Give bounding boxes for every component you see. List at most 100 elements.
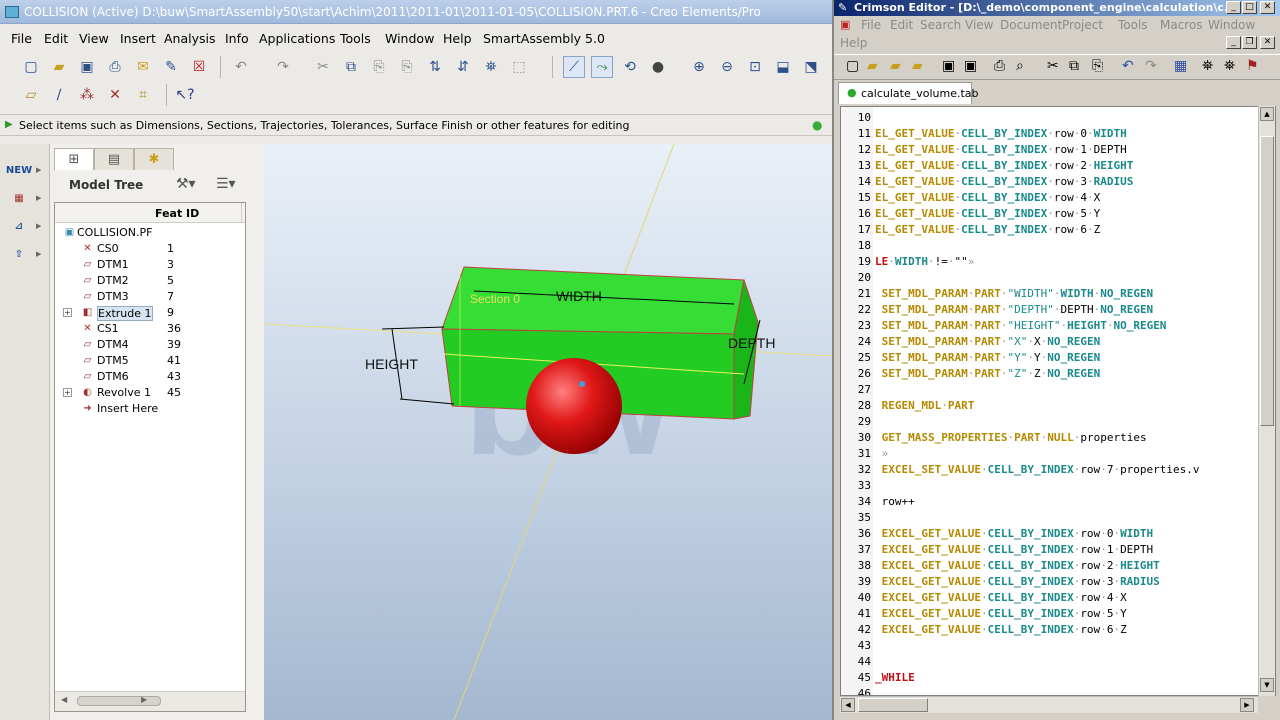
code-line[interactable]: _WHILE <box>875 671 915 684</box>
undo-icon[interactable]: ↶ <box>1122 58 1134 74</box>
file-tab[interactable]: ● calculate_volume.tab <box>838 82 979 104</box>
tree-row[interactable]: ▱ DTM1 3 <box>55 257 245 273</box>
height-dimension-label[interactable]: HEIGHT <box>365 356 418 372</box>
datum-axis-tool-icon[interactable]: ∕ <box>48 84 70 106</box>
menu-file[interactable]: File <box>11 31 32 46</box>
tree-row[interactable]: ▣ COLLISION.PF <box>55 225 245 241</box>
paste-icon[interactable]: ⎘ <box>1092 58 1103 74</box>
expand-arrow-icon[interactable]: ▶ <box>36 250 41 258</box>
scroll-right-icon[interactable]: ▶ <box>141 695 147 704</box>
code-line[interactable]: EXCEL_GET_VALUE·CELL_BY_INDEX·row·5·Y <box>875 607 1127 620</box>
expand-arrow-icon[interactable]: ▶ <box>36 222 41 230</box>
copy-icon[interactable]: ⧉ <box>1069 58 1079 74</box>
menu-smartassembly[interactable]: SmartAssembly 5.0 <box>483 31 605 46</box>
expand-arrow-icon[interactable]: ▶ <box>36 166 41 174</box>
code-line[interactable]: SET_MDL_PARAM·PART·"WIDTH"·WIDTH·NO_REGE… <box>875 287 1154 300</box>
code-line[interactable]: » <box>875 447 889 460</box>
tree-row[interactable]: ▱ DTM3 7 <box>55 289 245 305</box>
menu-help[interactable]: Help <box>840 36 867 50</box>
code-line[interactable]: EXCEL_GET_VALUE·CELL_BY_INDEX·row·4·X <box>875 591 1127 604</box>
new-file-icon[interactable]: ▢ <box>20 56 42 78</box>
code-line[interactable]: SET_MDL_PARAM·PART·"DEPTH"·DEPTH·NO_REGE… <box>875 303 1154 316</box>
tab-model-tree-icon[interactable]: ⊞ <box>54 148 94 170</box>
scroll-thumb[interactable] <box>1260 136 1274 426</box>
code-line[interactable]: EL_GET_VALUE·CELL_BY_INDEX·row·3·RADIUS <box>875 175 1133 188</box>
doc-restore-icon[interactable]: ❐ <box>1242 36 1257 49</box>
menu-view[interactable]: View <box>965 18 993 32</box>
close-window-icon[interactable]: ☒ <box>188 56 210 78</box>
cut-icon[interactable]: ✂ <box>1047 58 1059 74</box>
code-line[interactable]: GET_MASS_PROPERTIES·PART·NULL·properties <box>875 431 1147 444</box>
find-icon[interactable]: ⛯ <box>1202 58 1213 74</box>
menu-macros[interactable]: Macros <box>1160 18 1203 32</box>
menu-file[interactable]: File <box>861 18 881 32</box>
scroll-up-icon[interactable]: ▲ <box>1260 107 1274 121</box>
tree-row[interactable]: + ◧ Extrude 1 9 <box>55 305 245 321</box>
menu-document[interactable]: Document <box>1000 18 1062 32</box>
regen-manager-icon[interactable]: ⇵ <box>452 56 474 78</box>
tree-hscrollbar[interactable]: ◀ ▶ <box>55 691 245 711</box>
redo-icon[interactable]: ↷ <box>272 56 294 78</box>
expand-toggle-icon[interactable]: + <box>63 388 72 397</box>
redo-icon[interactable]: ↷ <box>1145 58 1157 74</box>
reload-icon[interactable]: ▰ <box>912 58 923 74</box>
tree-settings-icon[interactable]: ⚒▾ <box>176 176 196 192</box>
tree-show-icon[interactable]: ☰▾ <box>216 176 236 192</box>
menu-analysis[interactable]: Analysis <box>164 31 216 46</box>
code-line[interactable]: EXCEL_GET_VALUE·CELL_BY_INDEX·row·3·RADI… <box>875 575 1160 588</box>
new-file-icon[interactable]: ▢ <box>846 58 859 74</box>
spin-center-icon[interactable]: ⤳ <box>591 56 613 78</box>
print-preview-icon[interactable]: ⌕ <box>1016 58 1024 74</box>
tree-row[interactable]: ✕ CS1 36 <box>55 321 245 337</box>
replace-icon[interactable]: ⚑ <box>1246 58 1259 74</box>
code-line[interactable]: EL_GET_VALUE·CELL_BY_INDEX·row·2·HEIGHT <box>875 159 1133 172</box>
menu-edit[interactable]: Edit <box>44 31 68 46</box>
cut-icon[interactable]: ✂ <box>312 56 334 78</box>
maximize-icon[interactable]: □ <box>1242 1 1257 14</box>
editor-hscrollbar[interactable]: ◀ ▶ <box>840 696 1258 713</box>
save-icon[interactable]: ▣ <box>942 58 955 74</box>
save-icon[interactable]: ▣ <box>76 56 98 78</box>
code-line[interactable]: EL_GET_VALUE·CELL_BY_INDEX·row·6·Z <box>875 223 1100 236</box>
saved-views-icon[interactable]: ⬔ <box>800 56 822 78</box>
minimize-icon[interactable]: _ <box>1226 1 1241 14</box>
menu-edit[interactable]: Edit <box>890 18 913 32</box>
open-folder-icon[interactable]: ▰ <box>48 56 70 78</box>
find-icon[interactable]: ⛯ <box>480 56 502 78</box>
tree-row[interactable]: ▱ DTM5 41 <box>55 353 245 369</box>
tree-row[interactable]: ➜ Insert Here <box>55 401 245 417</box>
print-icon[interactable]: ⎙ <box>994 58 1005 74</box>
menu-search[interactable]: Search <box>920 18 961 32</box>
sketch-tool-icon[interactable]: ⌗ <box>132 84 154 106</box>
menu-help[interactable]: Help <box>443 31 472 46</box>
depth-dimension-label[interactable]: DEPTH <box>728 335 775 351</box>
doc-close-icon[interactable]: ✕ <box>1260 36 1275 49</box>
zoom-out-icon[interactable]: ⊖ <box>716 56 738 78</box>
analysis-icon[interactable]: ⊿ <box>6 214 32 238</box>
code-line[interactable]: EL_GET_VALUE·CELL_BY_INDEX·row·0·WIDTH <box>875 127 1127 140</box>
graphics-viewport[interactable]: bw <box>264 144 832 720</box>
width-dimension-label[interactable]: WIDTH <box>556 288 602 304</box>
code-editor[interactable]: 10 11 12 13 14 15 16 17 18 19 20 21 22 23 24 25 26 27 28 29… <box>840 106 1276 696</box>
code-line[interactable]: SET_MDL_PARAM·PART·"Z"·Z·NO_REGEN <box>875 367 1101 380</box>
doc-minimize-icon[interactable]: _ <box>1226 36 1241 49</box>
editor-vscrollbar[interactable]: ▲ ▼ <box>1258 106 1275 696</box>
3d-model-view[interactable]: bw <box>264 144 832 720</box>
tree-row[interactable]: ▱ DTM2 5 <box>55 273 245 289</box>
datum-point-tool-icon[interactable]: ⁂ <box>76 84 98 106</box>
scroll-down-icon[interactable]: ▼ <box>1260 678 1274 692</box>
scroll-thumb[interactable] <box>858 698 928 712</box>
scroll-thumb[interactable] <box>77 696 161 706</box>
code-line[interactable]: EL_GET_VALUE·CELL_BY_INDEX·row·5·Y <box>875 207 1100 220</box>
code-line[interactable]: SET_MDL_PARAM·PART·"Y"·Y·NO_REGEN <box>875 351 1101 364</box>
expand-arrow-icon[interactable]: ▶ <box>36 194 41 202</box>
code-line[interactable]: EXCEL_GET_VALUE·CELL_BY_INDEX·row·0·WIDT… <box>875 527 1154 540</box>
menu-info[interactable]: Info <box>225 31 249 46</box>
copy-icon[interactable]: ⧉ <box>340 56 362 78</box>
code-line[interactable]: EXCEL_SET_VALUE·CELL_BY_INDEX·row·7·prop… <box>875 463 1200 476</box>
datum-plane-tool-icon[interactable]: ▱ <box>20 84 42 106</box>
scroll-left-icon[interactable]: ◀ <box>841 698 855 712</box>
repaint-icon[interactable]: ⟋ <box>563 56 585 78</box>
menu-window[interactable]: Window <box>1208 18 1255 32</box>
csys-tool-icon[interactable]: ✕ <box>104 84 126 106</box>
